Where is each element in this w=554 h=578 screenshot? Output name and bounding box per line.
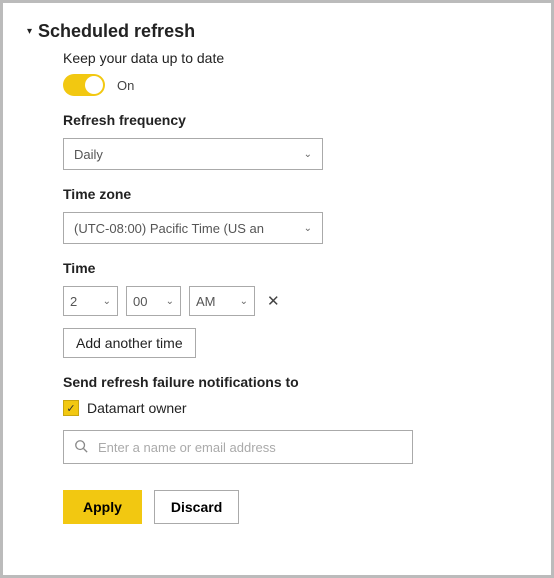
timezone-label: Time zone <box>63 186 551 202</box>
datamart-owner-checkbox[interactable]: ✓ <box>63 400 79 416</box>
chevron-down-icon: ⌄ <box>166 296 174 307</box>
toggle-state-text: On <box>117 78 134 93</box>
chevron-down-icon: ⌄ <box>304 149 312 160</box>
timezone-select[interactable]: (UTC-08:00) Pacific Time (US an ⌄ <box>63 212 323 244</box>
section-header[interactable]: ▾ Scheduled refresh <box>27 21 551 42</box>
collapse-icon: ▾ <box>27 26 32 37</box>
owner-checkbox-row: ✓ Datamart owner <box>63 400 551 416</box>
search-icon <box>74 439 88 456</box>
time-ampm-select[interactable]: AM ⌄ <box>189 286 255 316</box>
apply-button[interactable]: Apply <box>63 490 142 524</box>
chevron-down-icon: ⌄ <box>304 223 312 234</box>
time-minute-select[interactable]: 00 ⌄ <box>126 286 181 316</box>
time-hour-value: 2 <box>70 294 77 309</box>
refresh-frequency-value: Daily <box>74 147 103 162</box>
notification-recipient-input[interactable] <box>98 440 402 455</box>
remove-time-button[interactable]: ✕ <box>263 292 284 310</box>
keep-up-to-date-label: Keep your data up to date <box>63 50 551 66</box>
time-minute-value: 00 <box>133 294 147 309</box>
add-another-time-button[interactable]: Add another time <box>63 328 196 358</box>
time-ampm-value: AM <box>196 294 216 309</box>
chevron-down-icon: ⌄ <box>240 296 248 307</box>
refresh-frequency-select[interactable]: Daily ⌄ <box>63 138 323 170</box>
time-row: 2 ⌄ 00 ⌄ AM ⌄ ✕ <box>63 286 551 316</box>
discard-button[interactable]: Discard <box>154 490 239 524</box>
notifications-label: Send refresh failure notifications to <box>63 374 551 390</box>
notification-recipient-field[interactable] <box>63 430 413 464</box>
section-title: Scheduled refresh <box>38 21 195 42</box>
toggle-row: On <box>63 74 551 96</box>
chevron-down-icon: ⌄ <box>103 296 111 307</box>
time-hour-select[interactable]: 2 ⌄ <box>63 286 118 316</box>
datamart-owner-label: Datamart owner <box>87 400 187 416</box>
time-label: Time <box>63 260 551 276</box>
refresh-frequency-label: Refresh frequency <box>63 112 551 128</box>
button-row: Apply Discard <box>63 490 551 524</box>
toggle-knob <box>85 76 103 94</box>
keep-up-to-date-toggle[interactable] <box>63 74 105 96</box>
section-content: Keep your data up to date On Refresh fre… <box>27 50 551 524</box>
timezone-value: (UTC-08:00) Pacific Time (US an <box>74 221 264 236</box>
